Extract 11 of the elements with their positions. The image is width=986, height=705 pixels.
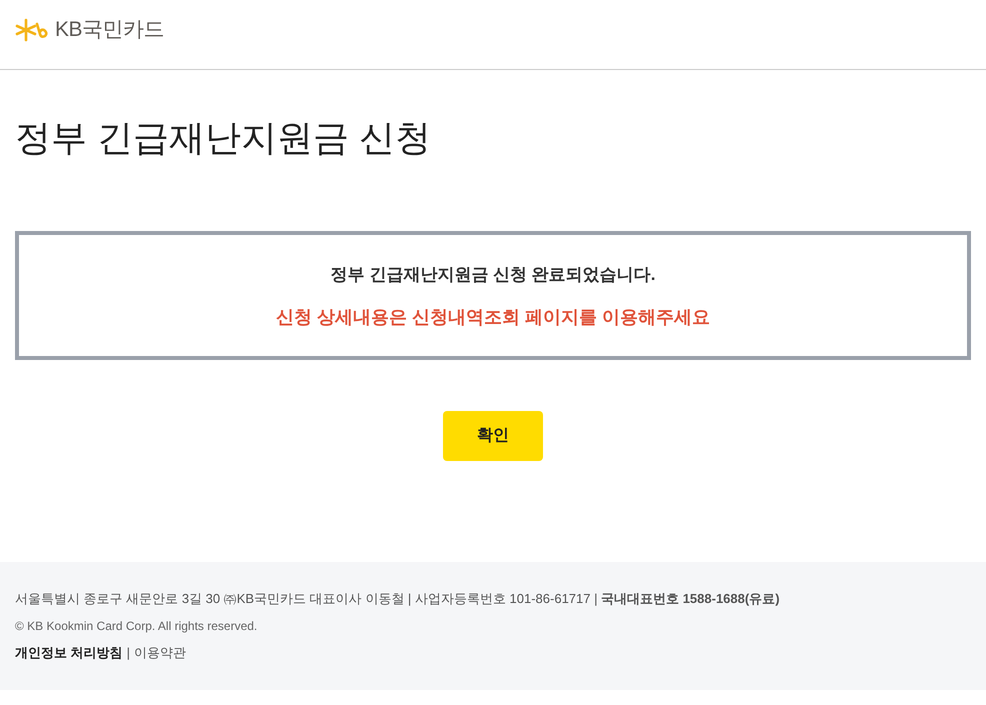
logo-text: KB국민카드 <box>55 19 164 40</box>
company-info: 서울특별시 종로구 새문안로 3길 30 ㈜KB국민카드 대표이사 이동철 | 사업자등록번호 101-86-61717 | 국내대표번호 1588-1688(유료) <box>15 590 780 608</box>
completion-message: 정부 긴급재난지원금 신청 완료되었습니다. <box>330 264 656 286</box>
page-title: 정부 긴급재난지원금 신청 <box>15 116 432 160</box>
logo-star-icon <box>15 18 49 42</box>
notice-message: 신청 상세내용은 신청내역조회 페이지를 이용해주세요 <box>276 306 710 328</box>
footer-link[interactable]: 이용약관 <box>134 644 186 662</box>
footer-link[interactable]: 개인정보 처리방침 <box>15 644 123 662</box>
copyright: © KB Kookmin Card Corp. All rights reserved. <box>15 618 258 635</box>
confirm-button[interactable]: 확인 <box>443 411 543 461</box>
link-separator: | <box>126 644 130 662</box>
